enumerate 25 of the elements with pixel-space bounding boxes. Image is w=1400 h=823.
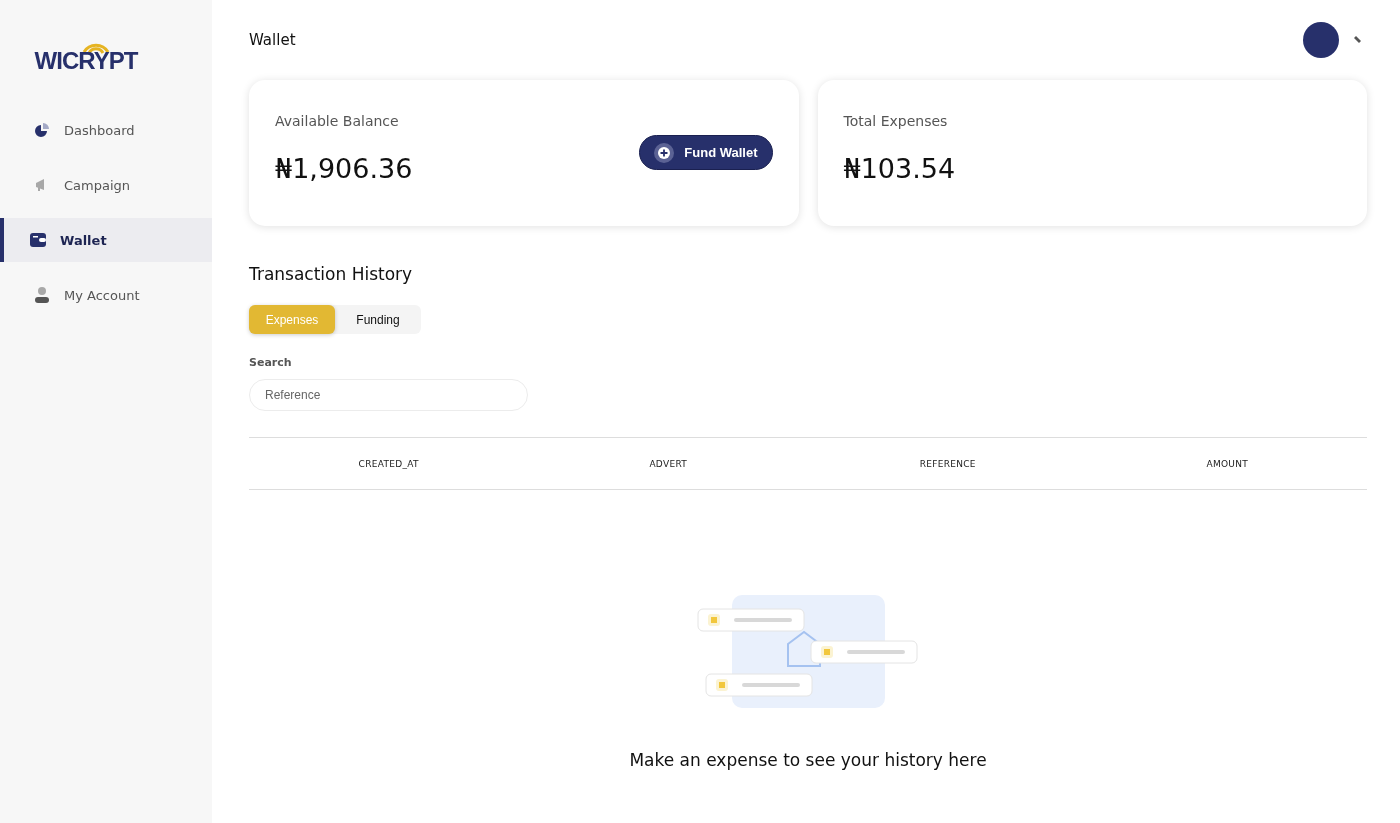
tab[interactable]: Funding	[335, 305, 421, 334]
sidebar-item[interactable]: Dashboard	[0, 108, 212, 152]
user-icon	[34, 287, 50, 303]
wallet-icon	[30, 233, 46, 247]
plus-icon	[654, 142, 675, 163]
sidebar-item[interactable]: Campaign	[0, 163, 212, 207]
card-label: Total Expenses	[843, 113, 949, 129]
sidebar-item[interactable]: My Account	[0, 273, 212, 317]
column-header: AMOUNT	[1206, 458, 1249, 469]
sidebar-item[interactable]: Wallet	[0, 218, 212, 262]
search-field[interactable]: Reference	[249, 379, 528, 411]
empty-message: Make an expense to see your history here	[629, 750, 987, 770]
pie-chart-icon	[34, 122, 50, 138]
avatar[interactable]	[1303, 22, 1339, 58]
amount: ₦103.54	[843, 153, 956, 184]
column-header: REFERENCE	[919, 458, 976, 469]
column-header: CREATED_AT	[358, 458, 419, 469]
search-label: Search	[249, 356, 293, 369]
amount: ₦1,906.36	[275, 153, 413, 184]
page-title: Wallet	[249, 31, 296, 49]
section-title: Transaction History	[249, 264, 414, 284]
fund-wallet-button[interactable]: Fund Wallet	[639, 135, 773, 170]
column-header: ADVERT	[649, 458, 688, 469]
card-label: Available Balance	[275, 113, 400, 129]
logo-text: WICRYPT	[34, 50, 138, 72]
